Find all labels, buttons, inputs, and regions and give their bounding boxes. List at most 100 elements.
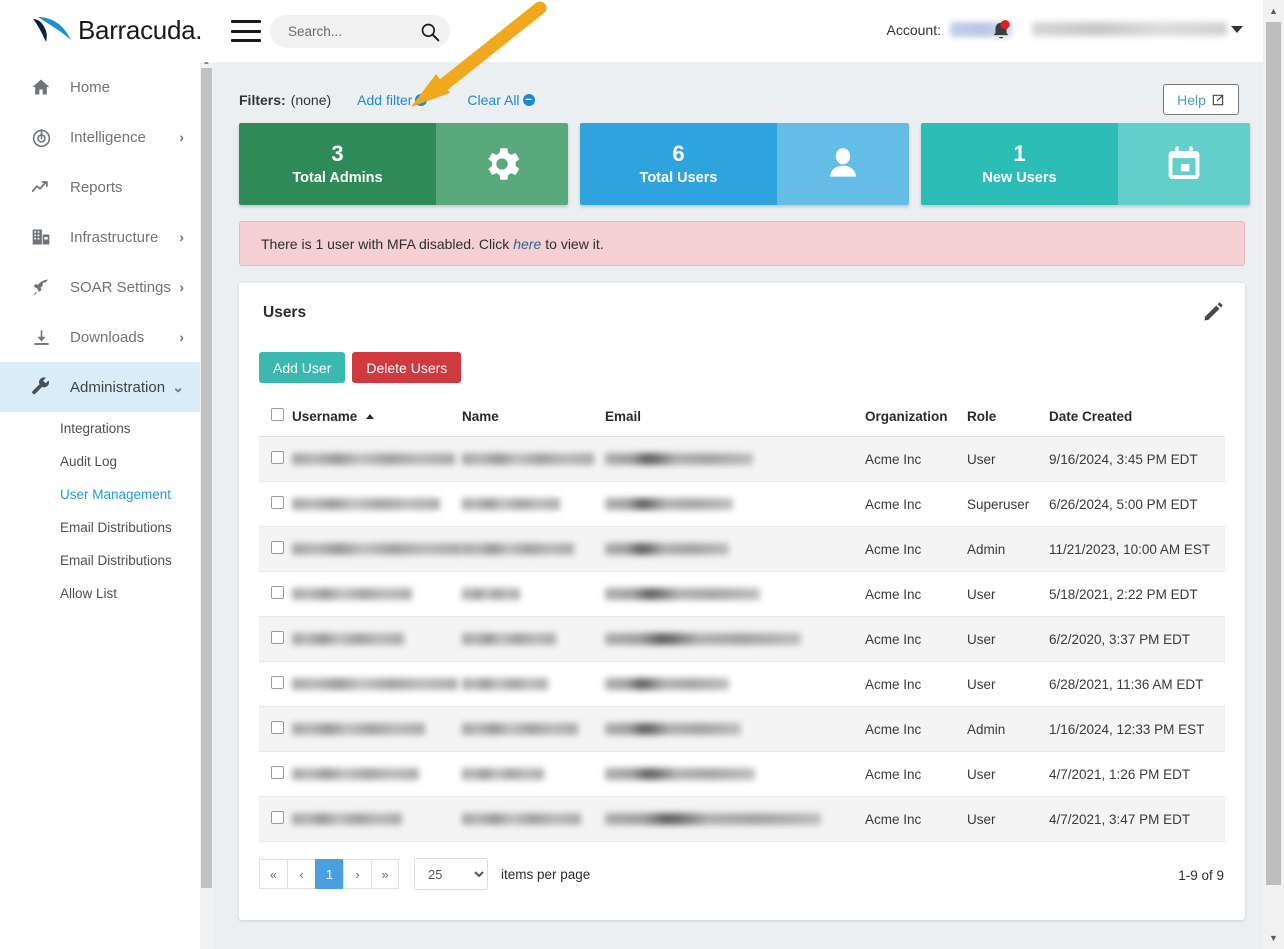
sidebar-subitem-integrations[interactable]: Integrations <box>0 412 200 445</box>
sidebar-item-administration[interactable]: Administration ⌄ <box>0 362 200 412</box>
window-scrollbar-thumb[interactable] <box>1266 22 1281 885</box>
table-header-row: Username Name Email Organization Role Da… <box>259 396 1225 437</box>
sidebar-item-label: Downloads <box>70 328 145 346</box>
row-checkbox[interactable] <box>271 451 284 464</box>
cell-username <box>292 751 462 797</box>
row-select-cell <box>259 436 292 482</box>
notification-bell-icon[interactable] <box>990 19 1012 43</box>
brand-name: Barracuda. <box>78 14 203 45</box>
column-header-username[interactable]: Username <box>292 396 462 437</box>
row-checkbox[interactable] <box>271 496 284 509</box>
barracuda-logo[interactable]: Barracuda. <box>30 13 202 47</box>
row-select-cell <box>259 571 292 617</box>
sidebar: Home Intelligence › Reports Infrastructu… <box>0 62 200 949</box>
row-checkbox[interactable] <box>271 676 284 689</box>
cell-email <box>605 751 865 797</box>
sidebar-subitem-audit-log[interactable]: Audit Log <box>0 445 200 478</box>
page-next-button[interactable]: › <box>343 859 371 889</box>
content-scrollbar[interactable]: ▲ <box>200 56 213 949</box>
row-checkbox[interactable] <box>271 541 284 554</box>
cell-email <box>605 526 865 572</box>
row-checkbox[interactable] <box>271 586 284 599</box>
column-header-date-created[interactable]: Date Created <box>1049 396 1225 437</box>
table-row[interactable]: Acme Inc User 6/2/2020, 3:37 PM EDT <box>259 616 1225 662</box>
items-per-page-select[interactable]: 102550100 <box>414 858 488 890</box>
cell-name <box>462 616 605 662</box>
page-last-button[interactable]: » <box>371 859 399 889</box>
delete-users-button[interactable]: Delete Users <box>352 352 462 383</box>
edit-pencil-icon[interactable] <box>1202 301 1224 323</box>
column-header-organization[interactable]: Organization <box>865 396 967 437</box>
table-row[interactable]: Acme Inc User 6/28/2021, 11:36 AM EDT <box>259 661 1225 707</box>
row-checkbox[interactable] <box>271 766 284 779</box>
sidebar-item-label: Infrastructure <box>70 228 159 246</box>
hamburger-menu-icon[interactable] <box>231 20 261 42</box>
sidebar-item-home[interactable]: Home <box>0 62 200 112</box>
cell-role: User <box>967 616 1049 662</box>
users-panel: Users Add User Delete Users Username Nam… <box>239 283 1245 920</box>
table-row[interactable]: Acme Inc User 4/7/2021, 1:26 PM EDT <box>259 751 1225 797</box>
sidebar-item-downloads[interactable]: Downloads › <box>0 312 200 362</box>
scroll-up-arrow-icon[interactable]: ▲ <box>1263 0 1284 22</box>
table-row[interactable]: Acme Inc User 5/18/2021, 2:22 PM EDT <box>259 571 1225 617</box>
table-body: Acme Inc User 9/16/2024, 3:45 PM EDT Acme I… <box>259 436 1225 842</box>
column-header-role[interactable]: Role <box>967 396 1049 437</box>
row-select-cell <box>259 481 292 527</box>
table-row[interactable]: Acme Inc Superuser 6/26/2024, 5:00 PM EDT <box>259 481 1225 527</box>
sidebar-item-label: Administration <box>70 378 166 396</box>
cell-organization: Acme Inc <box>865 706 967 752</box>
sidebar-subitem-allow-list[interactable]: Allow List <box>0 577 200 610</box>
subitem-label: Audit Log <box>60 454 118 469</box>
window-scrollbar[interactable]: ▲ ▼ <box>1263 0 1284 949</box>
table-row[interactable]: Acme Inc User 9/16/2024, 3:45 PM EDT <box>259 436 1225 482</box>
subitem-label: Email Distributions <box>60 520 172 535</box>
cell-organization: Acme Inc <box>865 796 967 842</box>
row-checkbox[interactable] <box>271 631 284 644</box>
filters-label: Filters: <box>239 92 286 108</box>
row-checkbox[interactable] <box>271 811 284 824</box>
sidebar-item-label: Home <box>70 78 111 96</box>
stat-card-new-users[interactable]: 1 New Users <box>921 123 1250 205</box>
help-button[interactable]: Help <box>1163 84 1239 115</box>
cell-organization: Acme Inc <box>865 436 967 482</box>
page-prev-button[interactable]: ‹ <box>287 859 315 889</box>
page-number-1[interactable]: 1 <box>315 859 343 889</box>
page-first-button[interactable]: « <box>259 859 287 889</box>
sidebar-subitem-email-distributions-1[interactable]: Email Distributions <box>0 511 200 544</box>
clear-all-button[interactable]: Clear All − <box>467 92 535 108</box>
user-account-name-redacted[interactable] <box>1032 22 1227 36</box>
cell-username <box>292 616 462 662</box>
cell-date-created: 4/7/2021, 3:47 PM EDT <box>1049 796 1225 842</box>
column-header-email[interactable]: Email <box>605 396 865 437</box>
sidebar-chevron: › <box>179 279 184 295</box>
top-bar: Barracuda. Account: <box>0 0 1284 62</box>
chevron-down-icon[interactable] <box>1231 26 1243 33</box>
row-checkbox[interactable] <box>271 721 284 734</box>
add-filter-label: Add filter <box>357 92 413 108</box>
row-select-cell <box>259 706 292 752</box>
sidebar-item-reports[interactable]: Reports <box>0 162 200 212</box>
mfa-alert-banner: There is 1 user with MFA disabled. Click… <box>239 221 1245 266</box>
column-header-name[interactable]: Name <box>462 396 605 437</box>
sidebar-subitem-email-distributions-2[interactable]: Email Distributions <box>0 544 200 577</box>
cell-role: User <box>967 571 1049 617</box>
sidebar-item-infrastructure[interactable]: Infrastructure › <box>0 212 200 262</box>
table-row[interactable]: Acme Inc Admin 11/21/2023, 10:00 AM EST <box>259 526 1225 572</box>
search-icon[interactable] <box>420 22 440 42</box>
table-row[interactable]: Acme Inc Admin 1/16/2024, 12:33 PM EST <box>259 706 1225 752</box>
alert-here-link[interactable]: here <box>513 236 541 252</box>
cell-name <box>462 436 605 482</box>
stat-card-total-users[interactable]: 6 Total Users <box>580 123 909 205</box>
sidebar-subitem-user-management[interactable]: User Management <box>0 478 200 511</box>
scroll-down-arrow-icon[interactable]: ▼ <box>1263 927 1284 949</box>
sidebar-item-soar-settings[interactable]: SOAR Settings › <box>0 262 200 312</box>
stat-card-total-admins[interactable]: 3 Total Admins <box>239 123 568 205</box>
table-row[interactable]: Acme Inc User 4/7/2021, 3:47 PM EDT <box>259 796 1225 842</box>
add-user-button[interactable]: Add User <box>259 352 346 383</box>
intelligence-icon <box>28 124 54 150</box>
add-filter-button[interactable]: Add filter + <box>357 92 428 108</box>
scrollbar-thumb[interactable] <box>201 68 212 888</box>
sidebar-item-intelligence[interactable]: Intelligence › <box>0 112 200 162</box>
select-all-checkbox[interactable] <box>271 408 284 421</box>
pagination-buttons: « ‹ 1 › » <box>259 859 399 889</box>
